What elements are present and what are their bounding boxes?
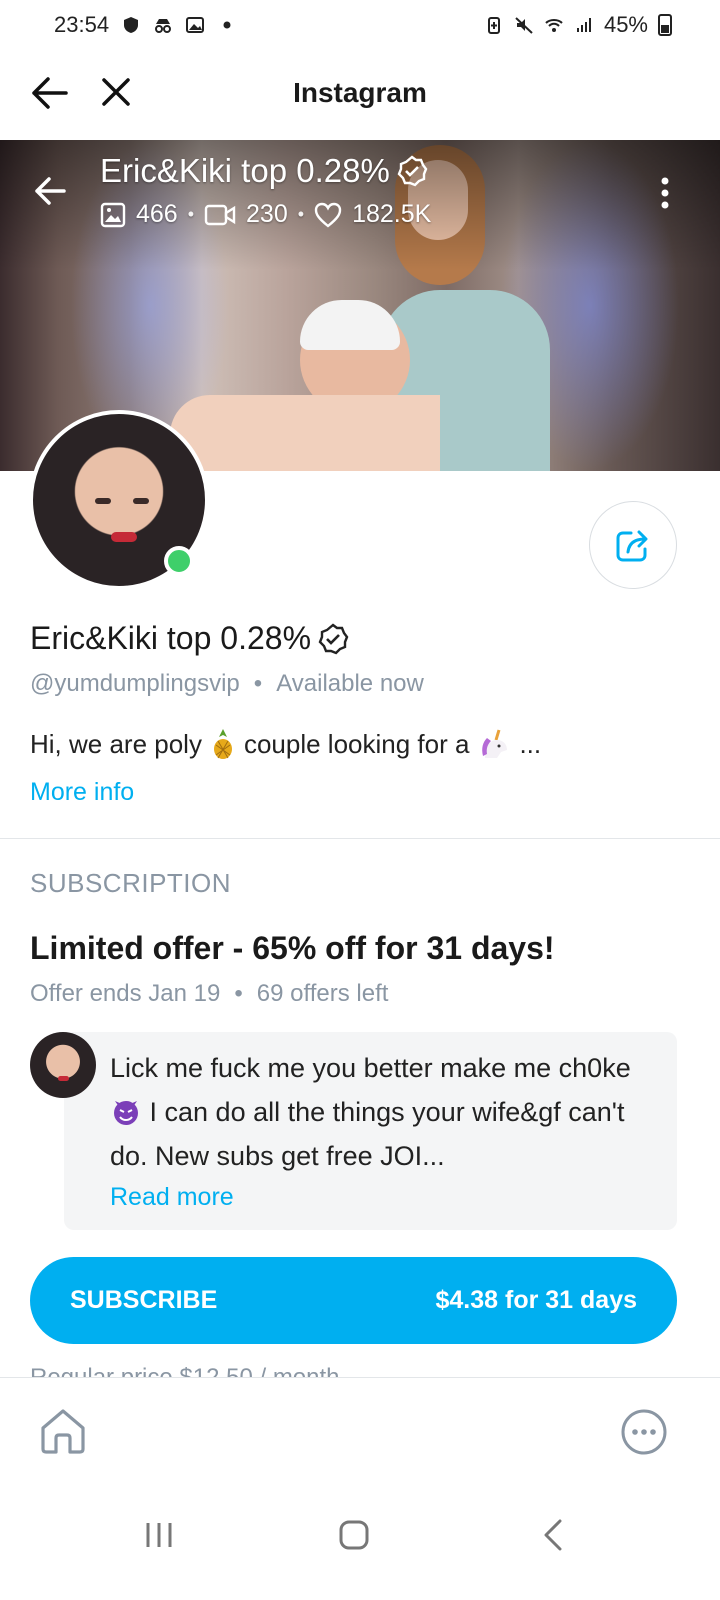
recent-apps-icon[interactable] xyxy=(144,1520,174,1550)
videos-stat: 230 xyxy=(204,200,288,229)
more-vertical-icon[interactable] xyxy=(658,176,672,210)
message-avatar[interactable] xyxy=(30,1032,96,1098)
bio-text-1: Hi, we are poly xyxy=(30,728,202,759)
availability-status: Available now xyxy=(276,670,424,697)
photos-stat: 466 xyxy=(100,200,178,229)
message-text-1: Lick me fuck me you better make me ch0ke xyxy=(110,1053,631,1083)
likes-count: 182.5K xyxy=(352,200,432,228)
verified-icon xyxy=(397,155,428,187)
profile-name-text: Eric&Kiki top 0.28% xyxy=(30,620,312,656)
cover-name-text: Eric&Kiki top 0.28% xyxy=(100,152,390,189)
avatar-lips xyxy=(58,1076,69,1081)
mute-icon xyxy=(515,17,533,34)
gallery-icon xyxy=(186,17,205,33)
avatar-eye xyxy=(95,498,111,504)
verified-icon xyxy=(318,622,349,654)
battery-icon xyxy=(658,14,672,36)
video-icon xyxy=(204,204,236,225)
signal-icon xyxy=(576,18,591,32)
section-divider xyxy=(0,838,720,839)
share-icon xyxy=(616,530,648,562)
system-home-icon[interactable] xyxy=(338,1519,370,1551)
avatar-eye xyxy=(133,498,149,504)
incognito-icon xyxy=(155,19,172,33)
image-icon xyxy=(100,202,126,227)
separator-dot: • xyxy=(253,670,263,697)
subscription-section-title: SUBSCRIPTION xyxy=(30,868,232,898)
wifi-icon xyxy=(545,19,563,32)
avatar-lips xyxy=(111,532,137,542)
cover-profile-name: Eric&Kiki top 0.28% xyxy=(100,152,428,190)
share-button[interactable] xyxy=(589,501,677,589)
back-arrow-icon[interactable] xyxy=(30,76,70,110)
offer-message-text: Lick me fuck me you better make me ch0ke… xyxy=(110,1046,660,1178)
more-info-link[interactable]: More info xyxy=(30,778,134,807)
subscribe-price: $4.38 for 31 days xyxy=(435,1286,637,1314)
offer-title: Limited offer - 65% off for 31 days! xyxy=(30,930,555,966)
system-back-icon[interactable] xyxy=(540,1518,564,1552)
app-bar: Instagram xyxy=(0,56,720,130)
read-more-link[interactable]: Read more xyxy=(110,1183,234,1212)
photos-count: 466 xyxy=(136,200,178,228)
battery-saver-icon xyxy=(487,17,500,34)
heart-icon xyxy=(314,202,342,228)
pineapple-emoji-icon xyxy=(213,729,232,759)
status-bar: 23:54 45% xyxy=(0,0,720,50)
cover-figure-leg xyxy=(170,395,440,471)
subscribe-label: SUBSCRIBE xyxy=(70,1286,218,1314)
handle-row: @yumdumplingsvip • Available now xyxy=(30,670,424,698)
separator-dot: • xyxy=(234,980,243,1007)
more-options-icon[interactable] xyxy=(620,1408,668,1456)
offers-left: 69 offers left xyxy=(256,980,389,1007)
profile-name: Eric&Kiki top 0.28% xyxy=(30,620,349,657)
cover-figure-cap xyxy=(300,300,400,350)
offer-meta: Offer ends Jan 19 • 69 offers left xyxy=(30,980,388,1008)
bio-text-2: couple looking for a xyxy=(243,728,470,759)
regular-price-text: Regular price $12.50 / month xyxy=(30,1364,340,1378)
unicorn-emoji-icon xyxy=(482,729,508,758)
cover-back-arrow-icon[interactable] xyxy=(34,176,66,206)
clock: 23:54 xyxy=(54,12,110,37)
profile-bio: Hi, we are poly couple looking for a ... xyxy=(30,728,541,760)
system-nav-bar xyxy=(0,1492,720,1600)
separator-dot: • xyxy=(297,204,305,224)
online-status-dot xyxy=(164,546,194,576)
separator-dot: • xyxy=(187,204,195,224)
devil-emoji-icon xyxy=(114,1101,138,1125)
status-right: 45% xyxy=(484,12,672,38)
videos-count: 230 xyxy=(246,200,288,228)
battery-percent: 45% xyxy=(603,12,648,37)
cover-stats: 466 • 230 • 182.5K xyxy=(100,200,431,229)
message-text-2: I can do all the things your wife&gf can… xyxy=(110,1097,625,1171)
notification-dot-icon xyxy=(223,21,231,29)
close-icon[interactable] xyxy=(100,76,132,108)
shield-icon xyxy=(124,17,139,33)
home-icon[interactable] xyxy=(38,1406,88,1456)
status-left: 23:54 xyxy=(54,12,237,38)
offer-ends: Offer ends Jan 19 xyxy=(30,980,221,1007)
bio-ellipsis: ... xyxy=(519,728,542,759)
bottom-nav xyxy=(0,1377,720,1492)
likes-stat: 182.5K xyxy=(314,200,431,229)
subscribe-button[interactable]: SUBSCRIBE $4.38 for 31 days xyxy=(30,1257,677,1344)
profile-handle: @yumdumplingsvip xyxy=(30,670,240,697)
